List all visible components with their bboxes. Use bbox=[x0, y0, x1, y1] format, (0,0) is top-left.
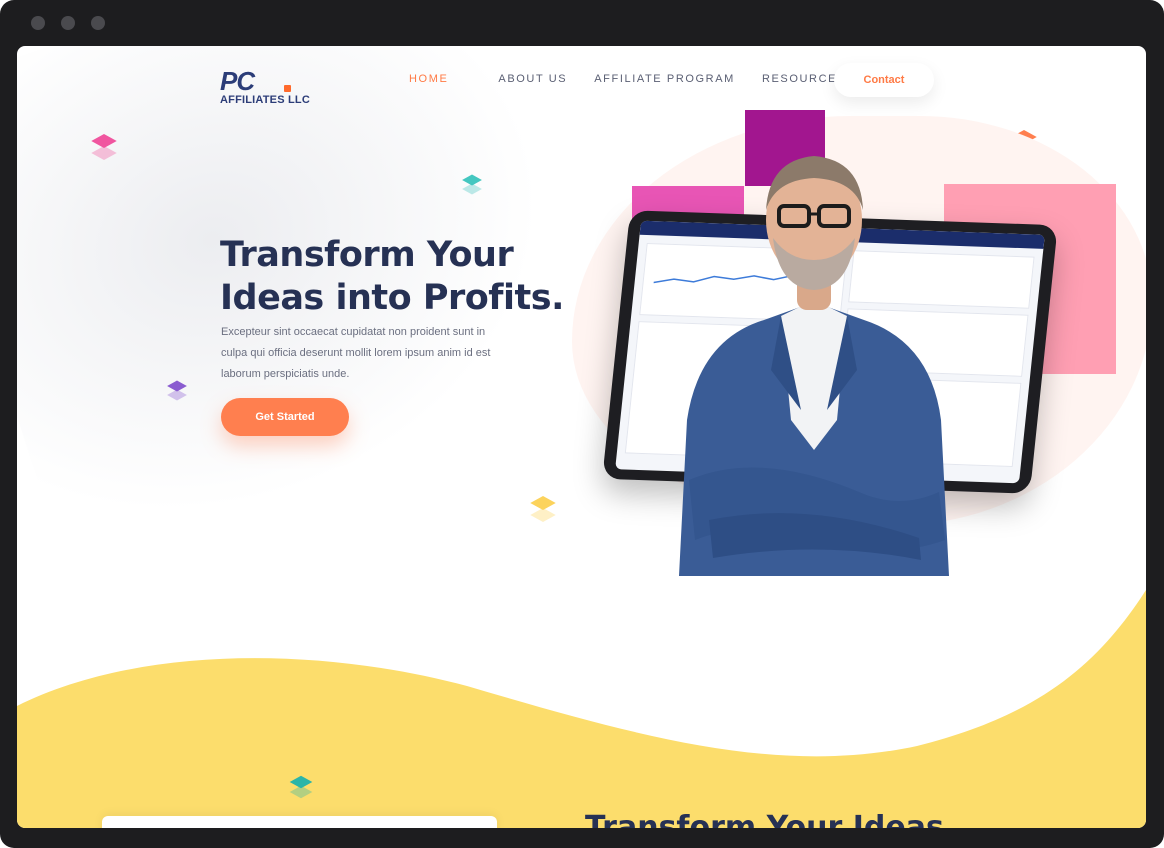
decor-diamond-yellow-shadow bbox=[530, 507, 556, 523]
close-window-dot[interactable] bbox=[31, 16, 45, 30]
brand-logo[interactable]: PC AFFILIATES LLC bbox=[220, 68, 350, 108]
window-controls bbox=[31, 16, 105, 30]
maximize-window-dot[interactable] bbox=[91, 16, 105, 30]
logo-dot bbox=[284, 85, 291, 92]
logo-subtitle: AFFILIATES LLC bbox=[220, 94, 310, 106]
nav-home[interactable]: HOME bbox=[409, 73, 448, 85]
get-started-button[interactable]: Get Started bbox=[221, 398, 349, 436]
contact-button[interactable]: Contact bbox=[834, 63, 934, 97]
section2-title: Transform Your Ideas bbox=[585, 810, 944, 828]
hero-description: Excepteur sint occaecat cupidatat non pr… bbox=[221, 326, 491, 380]
nav-affiliate-program[interactable]: AFFILIATE PROGRAM bbox=[594, 73, 735, 85]
nav-about-us[interactable]: ABOUT US bbox=[498, 73, 567, 85]
businessman-image bbox=[679, 156, 949, 576]
logo-wordmark: PC bbox=[220, 66, 255, 96]
hero-title: Transform Your Ideas into Profits. bbox=[220, 234, 600, 320]
minimize-window-dot[interactable] bbox=[61, 16, 75, 30]
hero-title-line1: Transform Your bbox=[220, 235, 514, 275]
yellow-wave-section bbox=[17, 590, 1146, 828]
preview-card bbox=[102, 816, 497, 828]
page-viewport: PC AFFILIATES LLC HOME ABOUT US AFFILIAT… bbox=[17, 46, 1146, 828]
hero-title-line2: Ideas into Profits. bbox=[220, 278, 564, 318]
browser-window: PC AFFILIATES LLC HOME ABOUT US AFFILIAT… bbox=[0, 0, 1164, 848]
main-nav: HOME ABOUT US AFFILIATE PROGRAM RESOURCE… bbox=[409, 73, 873, 85]
